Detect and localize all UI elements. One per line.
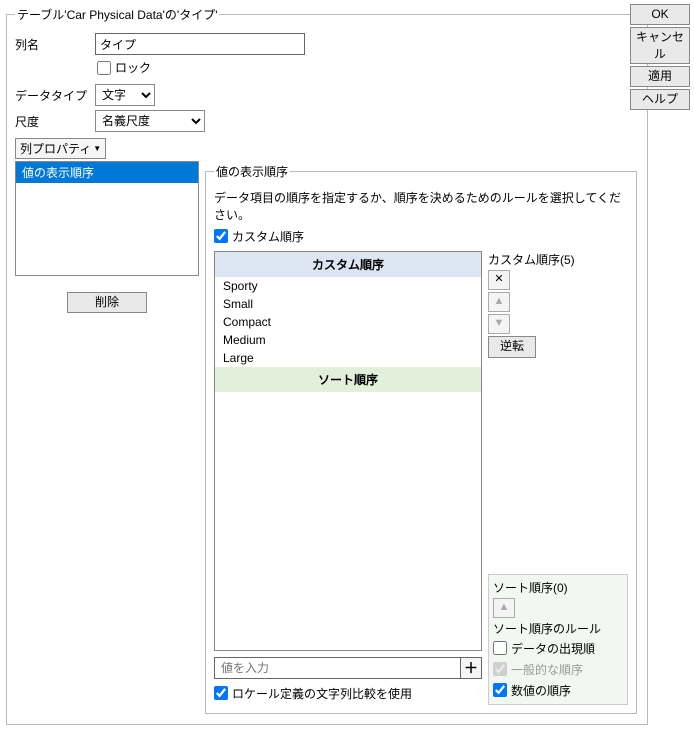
apply-button[interactable]: 適用	[630, 66, 690, 87]
colname-label: 列名	[15, 36, 95, 53]
delete-button[interactable]: 削除	[67, 292, 147, 313]
order-item[interactable]: Compact	[215, 313, 481, 331]
locale-compare-label: ロケール定義の文字列比較を使用	[232, 685, 412, 702]
rule-numeric-label: 数値の順序	[511, 682, 571, 699]
arrow-up-icon: ▲	[494, 296, 505, 307]
remove-button[interactable]: ✕	[488, 270, 510, 290]
value-order-instruction: データ項目の順序を指定するか、順序を決めるためのルールを選択してください。	[214, 190, 628, 224]
property-listbox[interactable]: 値の表示順序	[15, 161, 199, 276]
locale-compare-checkbox[interactable]	[214, 686, 228, 700]
arrow-up-icon: ▲	[499, 602, 510, 613]
custom-order-label: カスタム順序	[232, 228, 304, 245]
plus-icon: ＋	[464, 658, 478, 678]
column-property-label: 列プロパティ	[20, 140, 91, 157]
datatype-label: データタイプ	[15, 87, 95, 104]
reverse-button[interactable]: 逆転	[488, 336, 536, 358]
sort-order-header: ソート順序	[215, 367, 481, 392]
sort-rules-label: ソート順序のルール	[493, 620, 623, 637]
order-item[interactable]: Sporty	[215, 277, 481, 295]
group-legend: テーブル'Car Physical Data'の'タイプ'	[15, 6, 219, 23]
chevron-down-icon: ▼	[93, 144, 101, 153]
rule-general-label: 一般的な順序	[511, 661, 583, 678]
custom-count-label: カスタム順序(5)	[488, 251, 628, 268]
move-up-button[interactable]: ▲	[488, 292, 510, 312]
order-item[interactable]: Large	[215, 349, 481, 367]
sort-count-label: ソート順序(0)	[493, 579, 623, 596]
table-column-group: テーブル'Car Physical Data'の'タイプ' 列名 ロック データ…	[6, 6, 648, 725]
rule-occurrence-checkbox[interactable]	[493, 641, 507, 655]
move-down-button[interactable]: ▼	[488, 314, 510, 334]
custom-order-checkbox[interactable]	[214, 229, 228, 243]
sort-move-up-button[interactable]: ▲	[493, 598, 515, 618]
rule-general-checkbox	[493, 662, 507, 676]
order-list[interactable]: カスタム順序 Sporty Small Compact Medium Large…	[214, 251, 482, 651]
value-display-order-group: 値の表示順序 データ項目の順序を指定するか、順序を決めるためのルールを選択してく…	[205, 163, 637, 714]
value-input[interactable]	[214, 657, 460, 679]
column-property-dropdown[interactable]: 列プロパティ ▼	[15, 138, 106, 159]
close-icon: ✕	[494, 274, 503, 285]
arrow-down-icon: ▼	[494, 318, 505, 329]
scale-label: 尺度	[15, 113, 95, 130]
lock-checkbox[interactable]	[97, 61, 111, 75]
order-item[interactable]: Medium	[215, 331, 481, 349]
ok-button[interactable]: OK	[630, 4, 690, 25]
datatype-select[interactable]: 文字	[95, 84, 155, 106]
rule-numeric-checkbox[interactable]	[493, 683, 507, 697]
rule-occurrence-label: データの出現順	[511, 640, 595, 657]
lock-label: ロック	[115, 59, 151, 76]
value-order-legend: 値の表示順序	[214, 163, 290, 180]
add-value-button[interactable]: ＋	[460, 657, 482, 679]
colname-input[interactable]	[95, 33, 305, 55]
scale-select[interactable]: 名義尺度	[95, 110, 205, 132]
order-item[interactable]: Small	[215, 295, 481, 313]
help-button[interactable]: ヘルプ	[630, 89, 690, 110]
property-list-item[interactable]: 値の表示順序	[16, 162, 198, 183]
cancel-button[interactable]: キャンセル	[630, 27, 690, 65]
custom-order-header: カスタム順序	[215, 252, 481, 277]
